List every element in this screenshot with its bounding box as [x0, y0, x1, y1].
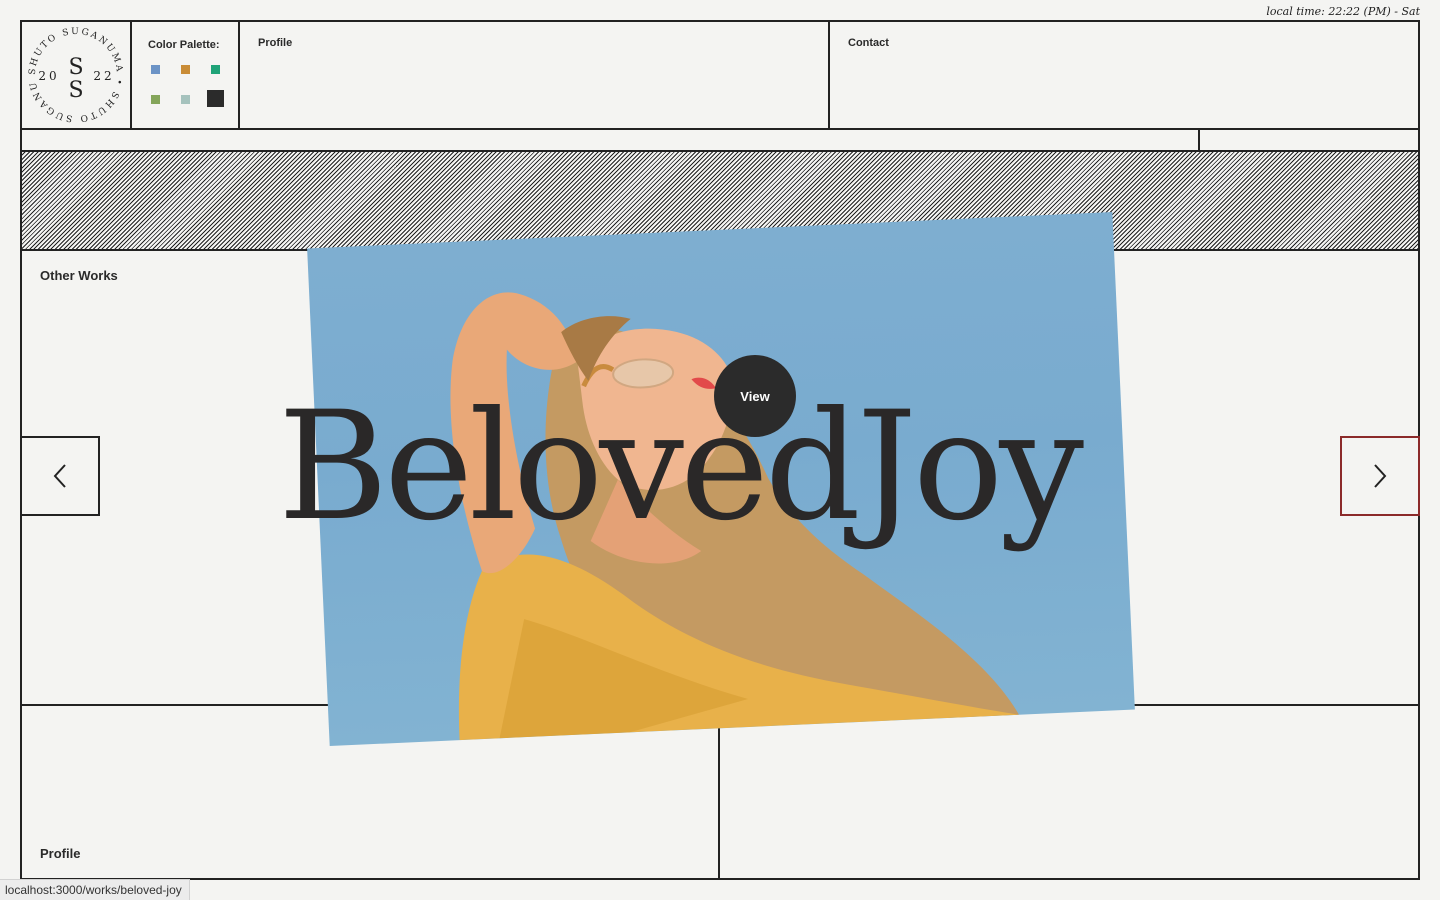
swatch-sage[interactable]	[181, 95, 190, 104]
palette-label: Color Palette:	[148, 39, 220, 51]
swatch-green[interactable]	[211, 65, 220, 74]
other-works-label: Other Works	[40, 268, 118, 283]
logo-letter-top: S	[68, 55, 83, 80]
logo-seal-icon: SHUTO SUGANUMA • SHUTO SUGANUMA • S S 20…	[22, 22, 122, 123]
prev-work-button[interactable]	[20, 436, 100, 516]
next-work-button[interactable]	[1340, 436, 1420, 516]
contact-cell[interactable]: Contact	[828, 20, 1420, 130]
logo-cell[interactable]: SHUTO SUGANUMA • SHUTO SUGANUMA • S S 20…	[20, 20, 132, 130]
sub-header-divider	[1198, 128, 1200, 152]
logo-year-right: 22	[93, 69, 114, 83]
swatch-blue[interactable]	[151, 65, 160, 74]
palette-cell: Color Palette:	[130, 20, 240, 130]
footer-right-cell	[718, 704, 1420, 880]
swatch-black[interactable]	[207, 90, 224, 107]
sub-header-strip	[20, 128, 1420, 152]
view-work-button[interactable]: View	[714, 355, 796, 437]
work-title[interactable]: BelovedJoy	[278, 392, 1084, 542]
profile-cell[interactable]: Profile	[238, 20, 830, 130]
footer-profile-label: Profile	[40, 846, 81, 861]
chevron-left-icon	[53, 464, 66, 488]
status-url: localhost:3000/works/beloved-joy	[0, 879, 190, 900]
swatch-olive[interactable]	[151, 95, 160, 104]
logo-year-left: 20	[38, 69, 59, 83]
logo-letter-bottom: S	[68, 78, 83, 103]
chevron-right-icon	[1374, 464, 1387, 488]
contact-label: Contact	[848, 37, 889, 49]
local-time: local time: 22:22 (PM) - Sat	[1266, 5, 1420, 18]
profile-label: Profile	[258, 37, 293, 49]
swatch-orange[interactable]	[181, 65, 190, 74]
